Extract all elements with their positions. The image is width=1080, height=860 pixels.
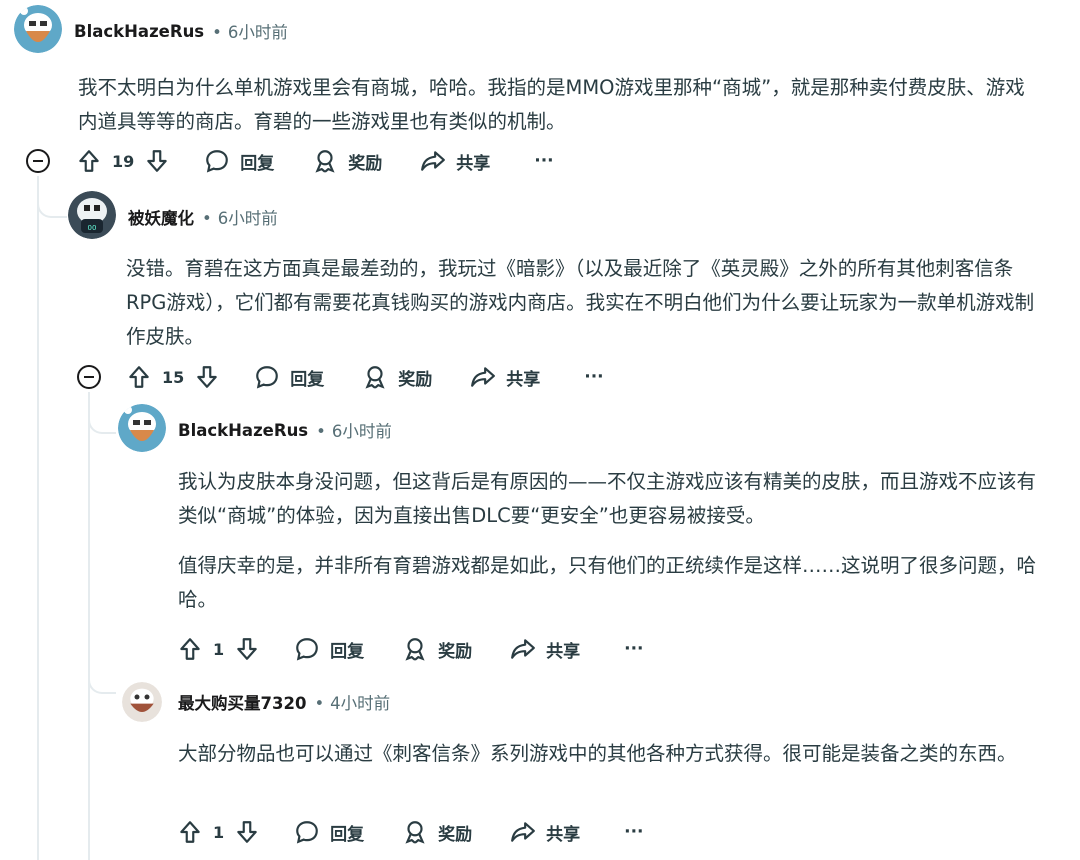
svg-text:00: 00 bbox=[88, 224, 97, 232]
share-icon bbox=[471, 367, 496, 387]
reply-button[interactable]: 回复 bbox=[254, 364, 324, 390]
more-options-button[interactable]: ··· bbox=[584, 367, 603, 387]
downvote-icon bbox=[237, 638, 257, 660]
share-button[interactable]: 共享 bbox=[510, 819, 580, 845]
avatar[interactable] bbox=[14, 5, 62, 57]
reply-icon bbox=[256, 366, 279, 389]
downvote-button[interactable] bbox=[144, 148, 170, 174]
share-button[interactable]: 共享 bbox=[420, 148, 490, 174]
comment-body: 我认为皮肤本身没问题，但这背后是有原因的——不仅主游戏应该有精美的皮肤，而且游戏… bbox=[178, 470, 1037, 611]
share-icon bbox=[421, 151, 446, 171]
downvote-button[interactable] bbox=[234, 636, 260, 662]
comment-1: BlackHazeRus • 6小时前 我不太明白为什么单机游戏里会有商城，哈哈。… bbox=[14, 5, 1064, 139]
author-name[interactable]: BlackHazeRus bbox=[178, 421, 308, 440]
upvote-icon bbox=[129, 366, 149, 388]
snoo-avatar-icon bbox=[118, 404, 166, 452]
timestamp: • 6小时前 bbox=[212, 23, 288, 42]
award-icon bbox=[365, 366, 385, 389]
more-options-button[interactable]: ··· bbox=[624, 822, 643, 842]
comment-body: 我不太明白为什么单机游戏里会有商城，哈哈。我指的是MMO游戏里那种“商城”，就是… bbox=[78, 76, 1025, 133]
upvote-icon bbox=[79, 150, 99, 172]
upvote-icon bbox=[180, 821, 200, 843]
downvote-icon bbox=[197, 366, 218, 388]
upvote-button[interactable] bbox=[177, 819, 203, 845]
thread-elbow-2 bbox=[88, 392, 116, 434]
downvote-button[interactable] bbox=[194, 364, 220, 390]
more-options-button[interactable]: ··· bbox=[624, 639, 643, 659]
vote-count: 19 bbox=[112, 151, 135, 171]
comment-body: 没错。育碧在这方面真是最差劲的，我玩过《暗影》（以及最近除了《英灵殿》之外的所有… bbox=[126, 257, 1035, 348]
comment-actions: 1 回复 奖励 共享 ··· bbox=[177, 814, 644, 850]
timestamp: • 6小时前 bbox=[202, 209, 278, 228]
award-icon bbox=[315, 150, 335, 173]
reply-button[interactable]: 回复 bbox=[204, 148, 274, 174]
downvote-button[interactable] bbox=[234, 819, 260, 845]
vote-count: 1 bbox=[213, 822, 225, 842]
avatar[interactable] bbox=[118, 682, 166, 722]
comment-2: 00 被妖魔化 • 6小时前 没错。育碧在这方面真是最差劲的，我玩过《暗影》（以及… bbox=[68, 191, 1058, 354]
comment-actions: 19 回复 奖励 共享 ··· bbox=[76, 143, 554, 179]
snoo-avatar-icon bbox=[122, 682, 162, 722]
timestamp: • 4小时前 bbox=[314, 694, 391, 713]
reply-button[interactable]: 回复 bbox=[294, 819, 364, 845]
upvote-button[interactable] bbox=[126, 364, 152, 390]
comment-actions: 15 回复 奖励 共享 ··· bbox=[126, 359, 604, 395]
vote-count: 15 bbox=[162, 367, 185, 387]
timestamp: • 6小时前 bbox=[316, 422, 392, 441]
thread-line-1 bbox=[37, 176, 39, 860]
comment-3: BlackHazeRus • 6小时前 我认为皮肤本身没问题，但这背后是有原因的—… bbox=[118, 404, 1058, 617]
comment-body: 大部分物品也可以通过《刺客信条》系列游戏中的其他各种方式获得。很可能是装备之类的… bbox=[178, 742, 1017, 765]
collapse-button[interactable] bbox=[26, 149, 50, 173]
reply-icon bbox=[296, 821, 318, 844]
reply-button[interactable]: 回复 bbox=[294, 636, 364, 662]
avatar[interactable]: 00 bbox=[68, 191, 116, 243]
author-name[interactable]: 最大购买量7320 bbox=[178, 690, 306, 714]
comment-actions: 1 回复 奖励 共享 ··· bbox=[177, 631, 644, 667]
more-options-button[interactable]: ··· bbox=[534, 151, 553, 171]
snoo-avatar-icon bbox=[14, 5, 62, 53]
award-button[interactable]: 奖励 bbox=[402, 819, 472, 845]
comment-4: 最大购买量7320 • 4小时前 大部分物品也可以通过《刺客信条》系列游戏中的其他… bbox=[118, 677, 1058, 771]
author-name[interactable]: BlackHazeRus bbox=[74, 22, 204, 41]
reply-icon bbox=[206, 150, 229, 173]
downvote-icon bbox=[147, 150, 168, 172]
award-button[interactable]: 奖励 bbox=[402, 636, 472, 662]
award-button[interactable]: 奖励 bbox=[362, 364, 432, 390]
upvote-icon bbox=[180, 638, 200, 660]
award-button[interactable]: 奖励 bbox=[312, 148, 382, 174]
thread-elbow-3 bbox=[88, 434, 116, 694]
upvote-button[interactable] bbox=[76, 148, 102, 174]
share-icon bbox=[511, 639, 536, 659]
collapse-button[interactable] bbox=[77, 365, 101, 389]
thread-elbow-1 bbox=[37, 176, 67, 218]
award-icon bbox=[405, 638, 425, 661]
share-button[interactable]: 共享 bbox=[510, 636, 580, 662]
author-name[interactable]: 被妖魔化 bbox=[128, 205, 194, 229]
reply-icon bbox=[296, 638, 318, 661]
snoo-avatar-icon: 00 bbox=[68, 191, 116, 239]
upvote-button[interactable] bbox=[177, 636, 203, 662]
share-icon bbox=[511, 822, 536, 842]
award-icon bbox=[405, 821, 425, 844]
avatar[interactable] bbox=[118, 404, 166, 456]
vote-count: 1 bbox=[213, 639, 225, 659]
share-button[interactable]: 共享 bbox=[470, 364, 540, 390]
downvote-icon bbox=[237, 821, 257, 843]
